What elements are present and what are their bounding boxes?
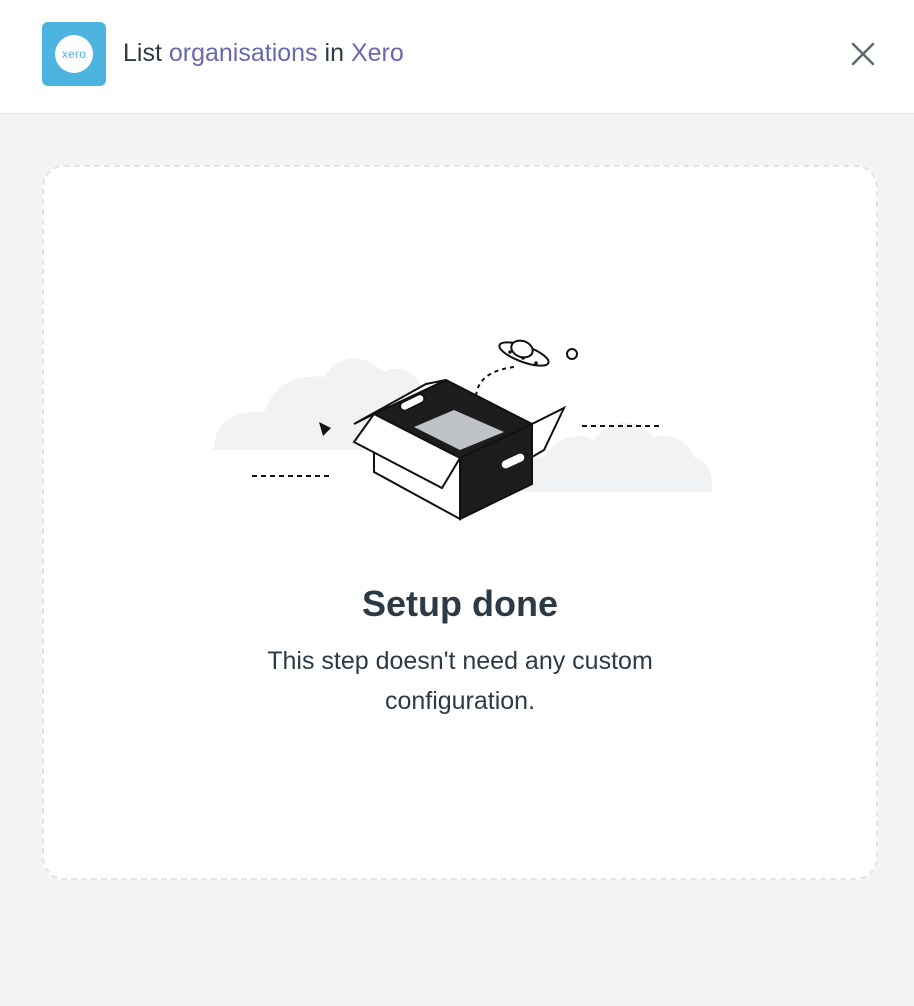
xero-app-logo: xero [42,22,106,86]
title-app-link[interactable]: Xero [351,39,404,67]
modal-title: List organisations in Xero [123,37,404,69]
empty-state-description: This step doesn't need any custom config… [267,647,653,715]
close-button[interactable] [846,37,880,71]
setup-done-card: Setup done This step doesn't need any cu… [42,165,878,880]
ufo-shape [498,339,550,367]
xero-logo-text: xero [61,47,87,61]
xero-logo-circle: xero [55,35,93,73]
empty-state-heading: Setup done [362,583,558,624]
close-icon [851,42,875,66]
open-box-illustration [214,339,713,521]
title-prefix: List [123,39,162,67]
ring-shape [566,348,578,360]
title-middle: in [324,39,344,67]
modal-header: xero List organisations in Xero [0,0,914,114]
title-action-link[interactable]: organisations [169,39,318,67]
